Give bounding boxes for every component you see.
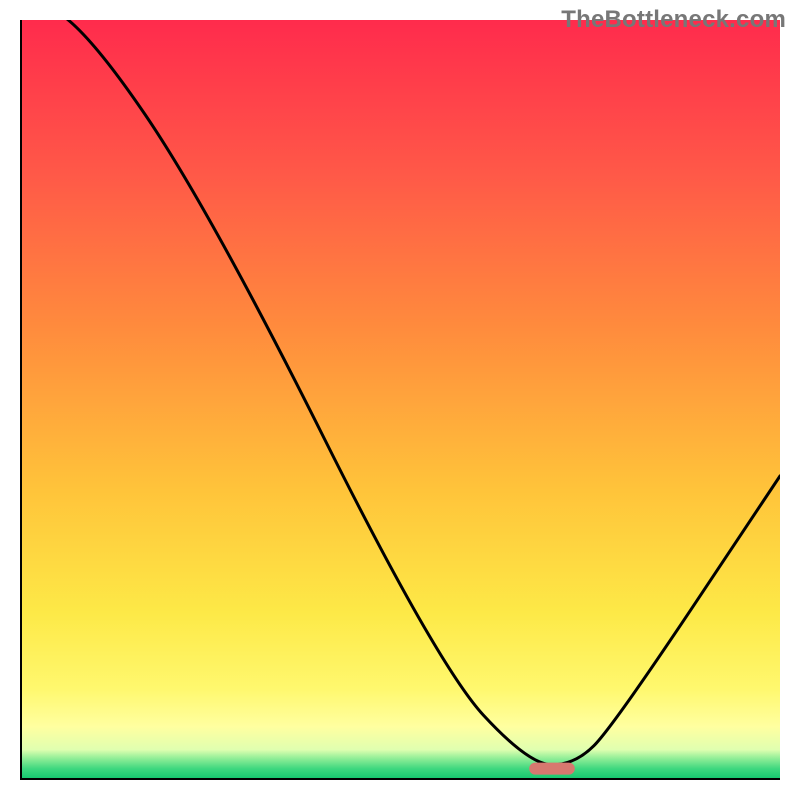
optimal-range-marker	[529, 763, 575, 775]
plot-area	[20, 20, 780, 780]
chart-svg	[20, 20, 780, 780]
chart-container: TheBottleneck.com	[0, 0, 800, 800]
watermark-label: TheBottleneck.com	[561, 6, 786, 34]
background-gradient	[20, 20, 780, 780]
